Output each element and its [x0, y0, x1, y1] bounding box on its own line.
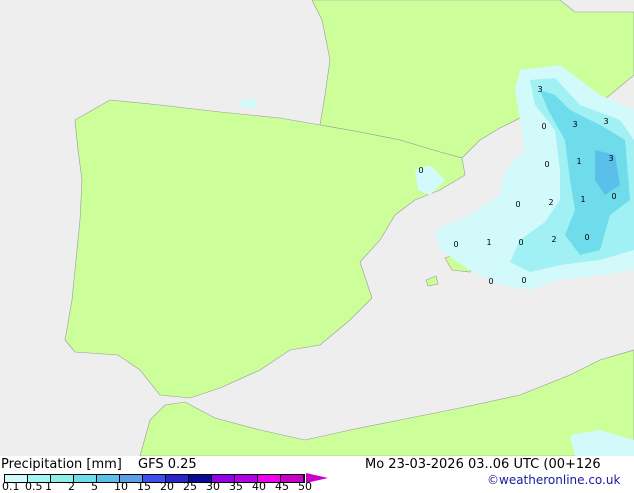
valid-time: Mo 23-03-2026 03..06 UTC (00+126 — [365, 457, 601, 472]
legend-tick: 25 — [183, 480, 197, 493]
precip-value: 3 — [603, 117, 608, 126]
precip-value: 0 — [611, 192, 616, 201]
precip-value: 0 — [418, 166, 423, 175]
precip-value: 0 — [541, 122, 546, 131]
legend-tick: 20 — [160, 480, 174, 493]
legend-tick: 15 — [137, 480, 151, 493]
legend-tick: 0.5 — [25, 480, 43, 493]
legend-tick: 10 — [114, 480, 128, 493]
legend-tick: 5 — [91, 480, 98, 493]
legend-title: Precipitation [mm] — [1, 457, 122, 472]
credit-link[interactable]: ©weatheronline.co.uk — [487, 473, 620, 487]
legend-tick: 2 — [68, 480, 75, 493]
legend-tick: 45 — [275, 480, 289, 493]
legend-tick: 35 — [229, 480, 243, 493]
precip-value: 0 — [544, 160, 549, 169]
precip-value: 0 — [515, 200, 520, 209]
legend-tick: 40 — [252, 480, 266, 493]
precip-value: 0 — [453, 240, 458, 249]
precip-value: 1 — [580, 195, 585, 204]
precip-value: 2 — [548, 198, 553, 207]
legend-tick: 30 — [206, 480, 220, 493]
precip-value: 1 — [576, 157, 581, 166]
precip-value: 0 — [488, 277, 493, 286]
precip-value: 3 — [537, 85, 542, 94]
precip-value: 2 — [551, 235, 556, 244]
precip-value: 3 — [572, 120, 577, 129]
precip-value: 3 — [608, 154, 613, 163]
precip-value: 0 — [584, 233, 589, 242]
legend-tick: 50 — [298, 480, 312, 493]
legend-tick: 1 — [45, 480, 52, 493]
precip-value: 0 — [521, 276, 526, 285]
precip-value: 1 — [486, 238, 491, 247]
legend-tick: 0.1 — [2, 480, 20, 493]
model-name: GFS 0.25 — [138, 457, 197, 472]
precip-value: 0 — [518, 238, 523, 247]
precipitation-map: 3 3 3 0 0 1 3 0 0 2 1 0 0 1 2 0 0 0 0 — [0, 0, 634, 456]
